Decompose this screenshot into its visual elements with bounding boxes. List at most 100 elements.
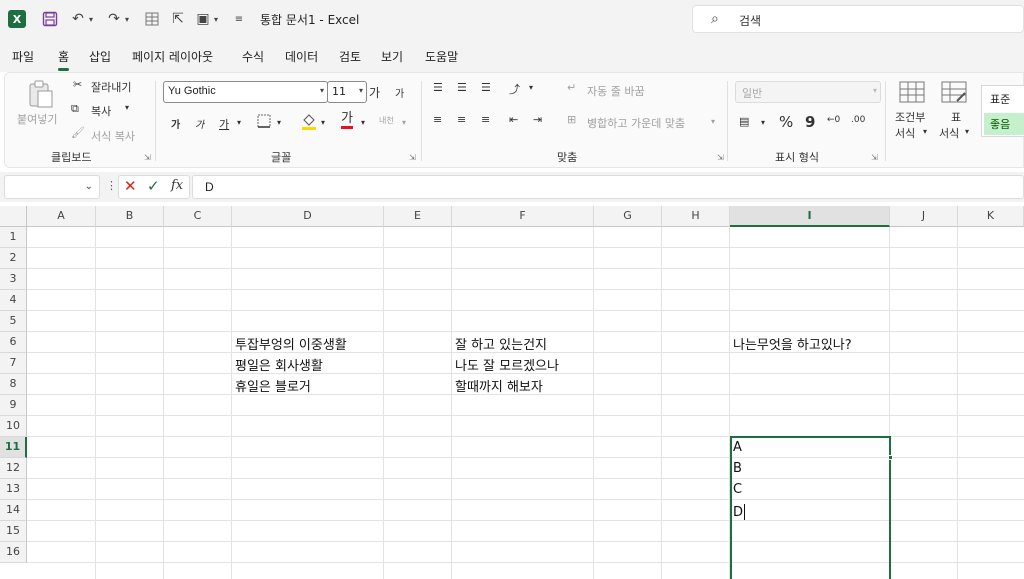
percent-button[interactable]: %: [779, 113, 793, 131]
search-box[interactable]: ⌕ 검색: [692, 5, 1024, 33]
row-header[interactable]: 7: [0, 353, 27, 374]
style-normal[interactable]: 표준: [984, 88, 1024, 110]
conditional-formatting-label-1[interactable]: 조건부: [895, 109, 925, 125]
select-all-corner[interactable]: [0, 206, 27, 227]
fill-color-dropdown-icon[interactable]: ▾: [321, 118, 325, 127]
increase-decimal-icon[interactable]: ←0: [827, 115, 840, 125]
shapes-icon[interactable]: ▣: [193, 9, 213, 29]
font-family-select[interactable]: Yu Gothic ▾: [163, 81, 328, 103]
row-header[interactable]: 9: [0, 395, 27, 416]
cell-f6[interactable]: 잘 하고 있는건지: [455, 334, 547, 353]
font-size-select[interactable]: 11 ▾: [327, 81, 367, 103]
format-as-table-dropdown-icon[interactable]: ▾: [965, 127, 969, 136]
copy-dropdown-icon[interactable]: ▾: [125, 103, 129, 112]
cell-i11[interactable]: A: [733, 440, 742, 455]
conditional-formatting-icon[interactable]: [899, 81, 925, 106]
cell-d6[interactable]: 투잡부엉의 이중생활: [235, 334, 347, 353]
increase-indent-icon[interactable]: ⇥: [533, 113, 542, 126]
column-header-c[interactable]: C: [164, 206, 232, 227]
fill-handle[interactable]: [888, 455, 893, 460]
tab-view[interactable]: 보기: [381, 48, 403, 65]
fill-color-icon[interactable]: [301, 112, 317, 133]
accounting-dropdown-icon[interactable]: ▾: [761, 118, 765, 127]
font-launcher-icon[interactable]: ⇲: [409, 153, 416, 162]
customize-toolbar-icon[interactable]: ≡: [232, 9, 246, 29]
row-header[interactable]: 3: [0, 269, 27, 290]
font-color-dropdown-icon[interactable]: ▾: [361, 118, 365, 127]
cell-i14[interactable]: D: [733, 505, 743, 520]
cell-i6[interactable]: 나는무엇을 하고있나?: [733, 334, 852, 353]
tab-page-layout[interactable]: 페이지 레이아웃: [132, 48, 213, 65]
row-header[interactable]: 8: [0, 374, 27, 395]
copy-icon[interactable]: ⧉: [71, 102, 79, 116]
merge-icon[interactable]: ⊞: [567, 113, 576, 126]
font-color-button[interactable]: 가: [341, 112, 353, 129]
grow-font-button[interactable]: 가: [369, 84, 380, 101]
bold-button[interactable]: 가: [171, 116, 180, 131]
italic-button[interactable]: 가: [195, 116, 204, 131]
tab-formulas[interactable]: 수식: [242, 48, 264, 65]
name-box[interactable]: ⌄: [4, 175, 100, 199]
style-good[interactable]: 좋음: [984, 113, 1024, 135]
cell-f8[interactable]: 할때까지 해보자: [455, 376, 543, 395]
merge-center-button[interactable]: 병합하고 가운데 맞춤: [587, 115, 685, 131]
row-header[interactable]: 5: [0, 311, 27, 332]
cell-i12[interactable]: B: [733, 461, 742, 476]
copy-button[interactable]: 복사: [91, 103, 111, 119]
column-header-j[interactable]: J: [890, 206, 958, 227]
cell-f7[interactable]: 나도 잘 모르겠으나: [455, 355, 559, 374]
row-header[interactable]: 4: [0, 290, 27, 311]
wrap-text-button[interactable]: 자동 줄 바꿈: [587, 83, 645, 99]
shapes-dropdown-icon[interactable]: ▾: [211, 9, 221, 29]
number-format-select[interactable]: 일반 ▾: [735, 81, 881, 103]
undo-icon[interactable]: ↶: [68, 9, 88, 29]
tab-data[interactable]: 데이터: [285, 48, 318, 65]
cancel-icon[interactable]: ✕: [124, 177, 137, 195]
conditional-formatting-label-2[interactable]: 서식: [895, 125, 915, 141]
row-header[interactable]: 2: [0, 248, 27, 269]
phonetic-button[interactable]: 내천: [379, 115, 394, 126]
clipboard-launcher-icon[interactable]: ⇲: [144, 153, 151, 162]
format-as-table-label-1[interactable]: 표: [951, 109, 961, 125]
redo-icon[interactable]: ↷: [104, 9, 124, 29]
column-header-a[interactable]: A: [27, 206, 96, 227]
align-bottom-icon[interactable]: ☰: [481, 81, 491, 94]
paste-icon[interactable]: [25, 79, 55, 112]
format-painter-button[interactable]: 서식 복사: [91, 128, 135, 144]
paste-button[interactable]: 붙여넣기: [17, 111, 57, 127]
borders-dropdown-icon[interactable]: ▾: [277, 118, 281, 127]
formula-input[interactable]: D: [192, 175, 1024, 199]
row-header[interactable]: 1: [0, 227, 27, 248]
row-header[interactable]: 6: [0, 332, 27, 353]
redo-dropdown-icon[interactable]: ▾: [122, 9, 132, 29]
form-icon[interactable]: [142, 9, 162, 29]
select-objects-icon[interactable]: ⇱: [168, 9, 188, 29]
decrease-decimal-icon[interactable]: .00: [851, 115, 865, 125]
enter-icon[interactable]: ✓: [147, 177, 160, 195]
cut-button[interactable]: 잘라내기: [91, 79, 131, 95]
align-middle-icon[interactable]: ☰: [457, 81, 467, 94]
row-header[interactable]: 11: [0, 437, 27, 458]
cell-d8[interactable]: 휴일은 블로거: [235, 376, 311, 395]
column-header-i[interactable]: I: [730, 206, 890, 227]
column-header-h[interactable]: H: [662, 206, 730, 227]
borders-icon[interactable]: [257, 114, 271, 131]
column-header-d[interactable]: D: [232, 206, 384, 227]
conditional-dropdown-icon[interactable]: ▾: [923, 127, 927, 136]
row-header[interactable]: 13: [0, 479, 27, 500]
orientation-dropdown-icon[interactable]: ▾: [529, 83, 533, 92]
number-launcher-icon[interactable]: ⇲: [871, 153, 878, 162]
column-header-g[interactable]: G: [594, 206, 662, 227]
align-right-icon[interactable]: ≡: [481, 113, 490, 126]
format-as-table-label-2[interactable]: 서식: [939, 125, 959, 141]
tab-review[interactable]: 검토: [339, 48, 361, 65]
insert-function-icon[interactable]: fx: [171, 178, 183, 193]
comma-button[interactable]: 9: [805, 113, 815, 131]
tab-file[interactable]: 파일: [12, 48, 34, 65]
format-as-table-icon[interactable]: [941, 81, 967, 106]
phonetic-dropdown-icon[interactable]: ▾: [402, 118, 406, 127]
underline-dropdown-icon[interactable]: ▾: [237, 118, 241, 127]
orientation-icon[interactable]: ⤴: [509, 81, 520, 97]
underline-button[interactable]: 가: [219, 116, 229, 132]
shrink-font-button[interactable]: 가: [395, 85, 404, 100]
